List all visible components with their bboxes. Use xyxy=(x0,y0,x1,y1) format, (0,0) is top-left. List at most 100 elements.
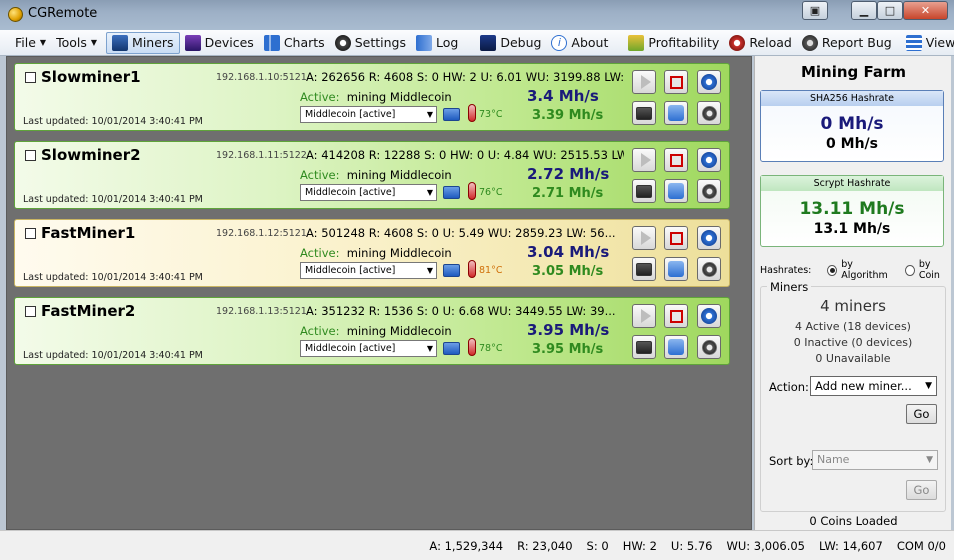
miner-name: FastMiner2 xyxy=(41,302,136,320)
coin-select[interactable]: Middlecoin [active] ▼ xyxy=(300,262,437,279)
coin-select-value: Middlecoin [active] xyxy=(305,109,396,120)
restart-button[interactable] xyxy=(697,148,721,172)
total-hw-errors: HW: 2 xyxy=(622,538,657,553)
stop-button[interactable] xyxy=(664,304,688,328)
inactive-count: 0 Inactive (0 devices) xyxy=(793,336,913,349)
by-coin-radio[interactable]: by Coin xyxy=(904,259,950,281)
miner-name: FastMiner1 xyxy=(41,224,136,242)
restart-button[interactable] xyxy=(697,226,721,250)
miner-settings-button[interactable] xyxy=(697,257,721,281)
temperature: 81°C xyxy=(479,265,503,276)
reload-icon xyxy=(729,34,746,51)
restore-panel-button[interactable]: ▣ xyxy=(802,1,828,20)
stop-button[interactable] xyxy=(664,70,688,94)
miner-select-checkbox[interactable] xyxy=(25,72,36,83)
switch-icon xyxy=(668,105,684,121)
miners-tab[interactable]: Miners xyxy=(106,31,180,54)
debug-tab[interactable]: Debug xyxy=(475,32,546,54)
reload-button[interactable]: Reload xyxy=(724,32,797,54)
edit-pencil-icon[interactable] xyxy=(443,342,460,355)
action-go-button[interactable]: Go xyxy=(906,404,937,424)
log-tab[interactable]: Log xyxy=(411,32,463,54)
charts-tab[interactable]: Charts xyxy=(259,32,330,54)
scan-devices-button[interactable] xyxy=(632,101,656,125)
start-button[interactable] xyxy=(632,70,656,94)
switch-pool-button[interactable] xyxy=(664,179,688,203)
by-algorithm-radio[interactable]: by Algorithm xyxy=(827,259,895,281)
close-button[interactable]: ✕ xyxy=(903,1,948,20)
start-button[interactable] xyxy=(632,304,656,328)
chevron-down-icon: ▼ xyxy=(426,188,433,197)
active-count: 4 Active (18 devices) xyxy=(795,320,911,333)
charts-icon xyxy=(263,34,280,51)
play-icon xyxy=(640,153,651,167)
switch-pool-button[interactable] xyxy=(664,257,688,281)
switch-pool-button[interactable] xyxy=(664,335,688,359)
minimize-button[interactable]: ▁ xyxy=(851,1,877,20)
gear-icon xyxy=(701,339,717,355)
restart-icon xyxy=(701,152,717,168)
miner-status: Active: mining Middlecoin xyxy=(300,246,452,260)
thermometer-icon xyxy=(468,104,476,122)
miner-name: Slowminer2 xyxy=(41,146,141,164)
miner-settings-button[interactable] xyxy=(697,335,721,359)
total-lw: LW: 14,607 xyxy=(819,538,883,553)
coin-select[interactable]: Middlecoin [active] ▼ xyxy=(300,340,437,357)
miner-select-checkbox[interactable] xyxy=(25,228,36,239)
edit-pencil-icon[interactable] xyxy=(443,186,460,199)
miner-settings-button[interactable] xyxy=(697,179,721,203)
tools-menu[interactable]: Tools ▼ xyxy=(51,32,102,54)
restart-icon xyxy=(701,74,717,90)
view-menu[interactable]: View▼ xyxy=(901,32,954,54)
scan-devices-button[interactable] xyxy=(632,257,656,281)
miner-address: 192.168.1.13:5121 xyxy=(216,306,307,317)
last-updated: Last updated: 10/01/2014 3:40:41 PM xyxy=(23,272,203,283)
restart-button[interactable] xyxy=(697,70,721,94)
scan-devices-button[interactable] xyxy=(632,179,656,203)
total-rejected: R: 23,040 xyxy=(517,538,573,553)
edit-pencil-icon[interactable] xyxy=(443,264,460,277)
sha256-current: 0 Mh/s xyxy=(820,114,884,134)
action-select[interactable]: Add new miner... ▼ xyxy=(810,376,937,396)
switch-pool-button[interactable] xyxy=(664,101,688,125)
start-button[interactable] xyxy=(632,226,656,250)
hashrate-current: 3.4 Mh/s xyxy=(527,87,599,105)
miner-select-checkbox[interactable] xyxy=(25,306,36,317)
hashrate-current: 3.95 Mh/s xyxy=(527,321,610,339)
restart-button[interactable] xyxy=(697,304,721,328)
com-status: COM 0/0 xyxy=(896,538,946,553)
miners-icon xyxy=(112,34,129,51)
sort-select[interactable]: Name ▼ xyxy=(812,450,938,470)
stop-button[interactable] xyxy=(664,148,688,172)
main-toolbar: File ▼ Tools ▼ Miners Devices Charts Setti… xyxy=(0,30,954,56)
scan-icon xyxy=(636,340,652,354)
unavailable-count: 0 Unavailable xyxy=(815,352,891,365)
sort-go-button[interactable]: Go xyxy=(906,480,937,500)
report-bug-button[interactable]: Report Bug xyxy=(797,32,897,54)
hashrate-average: 3.05 Mh/s xyxy=(532,264,604,279)
last-updated: Last updated: 10/01/2014 3:40:41 PM xyxy=(23,116,203,127)
stop-button[interactable] xyxy=(664,226,688,250)
maximize-button[interactable]: □ xyxy=(877,1,903,20)
panel-title: Mining Farm xyxy=(800,63,907,81)
gear-icon xyxy=(701,105,717,121)
miner-select-checkbox[interactable] xyxy=(25,150,36,161)
miner-card: Slowminer1 192.168.1.10:5121 A: 262656 R… xyxy=(14,63,730,131)
miner-settings-button[interactable] xyxy=(697,101,721,125)
coin-select[interactable]: Middlecoin [active] ▼ xyxy=(300,106,437,123)
active-label: Active: xyxy=(300,90,340,104)
chevron-down-icon: ▼ xyxy=(926,455,933,465)
about-tab[interactable]: i About xyxy=(546,32,613,54)
start-button[interactable] xyxy=(632,148,656,172)
settings-tab[interactable]: Settings xyxy=(330,32,411,54)
devices-tab[interactable]: Devices xyxy=(180,32,259,54)
scrypt-average: 13.1 Mh/s xyxy=(813,221,891,237)
file-menu[interactable]: File ▼ xyxy=(10,32,51,54)
coin-select[interactable]: Middlecoin [active] ▼ xyxy=(300,184,437,201)
info-icon: i xyxy=(551,34,568,51)
scan-devices-button[interactable] xyxy=(632,335,656,359)
miners-group: Miners 4 miners 4 Active (18 devices) 0 … xyxy=(760,280,946,512)
stop-icon xyxy=(669,153,683,167)
profitability-button[interactable]: Profitability xyxy=(623,32,724,54)
edit-pencil-icon[interactable] xyxy=(443,108,460,121)
